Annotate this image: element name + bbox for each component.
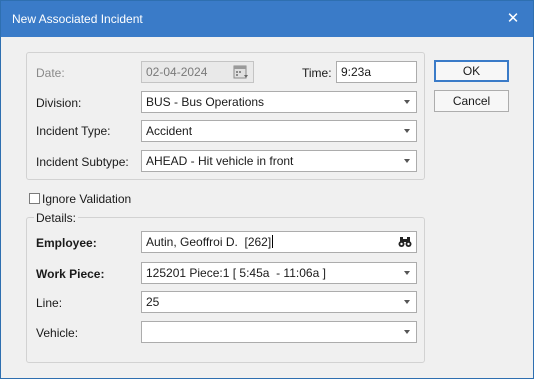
date-label: Date: [36, 66, 65, 80]
division-value: BUS - Bus Operations [146, 95, 265, 109]
chevron-down-icon[interactable] [404, 300, 410, 304]
incident-subtype-label: Incident Subtype: [36, 155, 129, 169]
employee-label: Employee: [36, 236, 97, 250]
date-field[interactable]: 02-04-2024 [141, 61, 254, 83]
line-label: Line: [36, 296, 63, 310]
line-select[interactable]: 25 [141, 291, 417, 313]
incident-type-value: Accident [146, 124, 193, 138]
work-piece-label: Work Piece: [36, 267, 105, 281]
chevron-down-icon[interactable] [404, 330, 410, 334]
vehicle-select[interactable] [141, 321, 417, 343]
close-icon[interactable]: ✕ [502, 8, 524, 30]
calendar-icon[interactable] [233, 65, 249, 79]
work-piece-select[interactable]: 125201 Piece:1 [ 5:45a - 11:06a ] [141, 262, 417, 284]
employee-field[interactable]: Autin, Geoffroi D. [262] [141, 231, 417, 253]
time-label: Time: [302, 66, 332, 80]
chevron-down-icon[interactable] [404, 271, 410, 275]
time-field[interactable]: 9:23a [336, 61, 417, 83]
time-value: 9:23a [341, 65, 372, 79]
line-value: 25 [146, 295, 160, 309]
chevron-down-icon[interactable] [404, 129, 410, 133]
details-legend: Details: [34, 211, 79, 225]
chevron-down-icon[interactable] [404, 100, 410, 104]
employee-value-wrap: Autin, Geoffroi D. [262] [146, 232, 274, 252]
title-bar: New Associated Incident ✕ [1, 1, 533, 37]
incident-type-select[interactable]: Accident [141, 120, 417, 142]
incident-type-label: Incident Type: [36, 124, 111, 138]
chevron-down-icon[interactable] [404, 159, 410, 163]
ok-button[interactable]: OK [434, 60, 509, 82]
ignore-validation-checkbox[interactable] [29, 193, 40, 204]
dialog-title: New Associated Incident [12, 12, 143, 26]
vehicle-label: Vehicle: [36, 326, 79, 340]
date-value: 02-04-2024 [146, 65, 208, 79]
binoculars-icon[interactable] [398, 236, 412, 248]
incident-subtype-select[interactable]: AHEAD - Hit vehicle in front [141, 150, 417, 172]
work-piece-value: 125201 Piece:1 [ 5:45a - 11:06a ] [146, 266, 326, 280]
dialog-window: New Associated Incident ✕ Date: 02-04-20… [0, 0, 534, 379]
text-cursor [272, 235, 274, 248]
division-select[interactable]: BUS - Bus Operations [141, 91, 417, 113]
division-label: Division: [36, 96, 82, 110]
employee-value: Autin, Geoffroi D. [262] [146, 235, 272, 249]
incident-subtype-value: AHEAD - Hit vehicle in front [146, 154, 294, 168]
ignore-validation-label[interactable]: Ignore Validation [42, 192, 131, 206]
cancel-button[interactable]: Cancel [434, 90, 509, 112]
